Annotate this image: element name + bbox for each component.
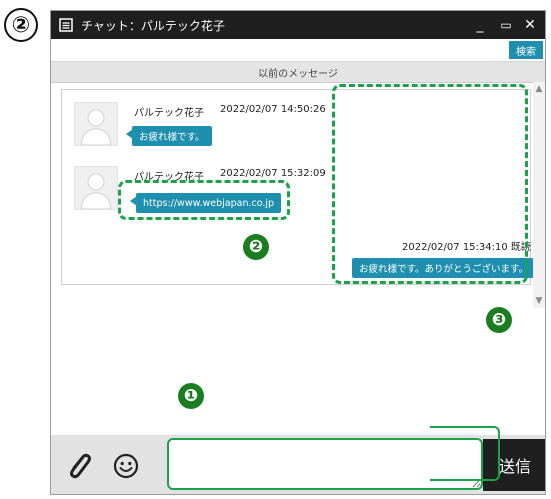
search-bar: 検索	[51, 39, 545, 62]
message-timestamp: 2022/02/07 15:32:09	[220, 168, 326, 179]
chat-window-icon	[59, 18, 73, 32]
user-silhouette-icon	[80, 109, 112, 145]
minimize-button[interactable]: _	[467, 13, 493, 37]
avatar	[74, 166, 118, 210]
previous-messages-link[interactable]: 以前のメッセージ	[51, 62, 545, 83]
message-timestamp: 2022/02/07 14:50:26	[220, 104, 326, 115]
window-title: チャット：パルテック花子	[81, 19, 225, 33]
paperclip-icon[interactable]	[65, 451, 93, 481]
maximize-button[interactable]: ▭	[493, 13, 519, 37]
title-bar: チャット：パルテック花子 _ ▭ ✕	[51, 11, 545, 39]
callout-badge-1: ❶	[178, 383, 204, 409]
search-input[interactable]	[53, 41, 507, 61]
message-bubble: お疲れ様です。	[126, 126, 212, 146]
callout-badge-2: ❷	[243, 234, 269, 260]
scroll-up-icon[interactable]: ▲	[533, 82, 545, 96]
outgoing-highlight-box	[332, 84, 528, 284]
search-button[interactable]: 検索	[509, 41, 543, 59]
step-marker: ②	[4, 8, 38, 42]
scrollbar[interactable]: ▲ ▼	[533, 82, 545, 308]
user-silhouette-icon	[80, 173, 112, 209]
smiley-icon[interactable]	[113, 453, 139, 479]
close-button[interactable]: ✕	[517, 13, 543, 37]
link-highlight-box	[118, 180, 290, 220]
avatar	[74, 102, 118, 146]
callout-badge-3: ❸	[486, 307, 512, 333]
scroll-down-icon[interactable]: ▼	[533, 294, 545, 308]
message-sender: パルテック花子	[134, 108, 204, 119]
send-highlight	[430, 426, 500, 481]
